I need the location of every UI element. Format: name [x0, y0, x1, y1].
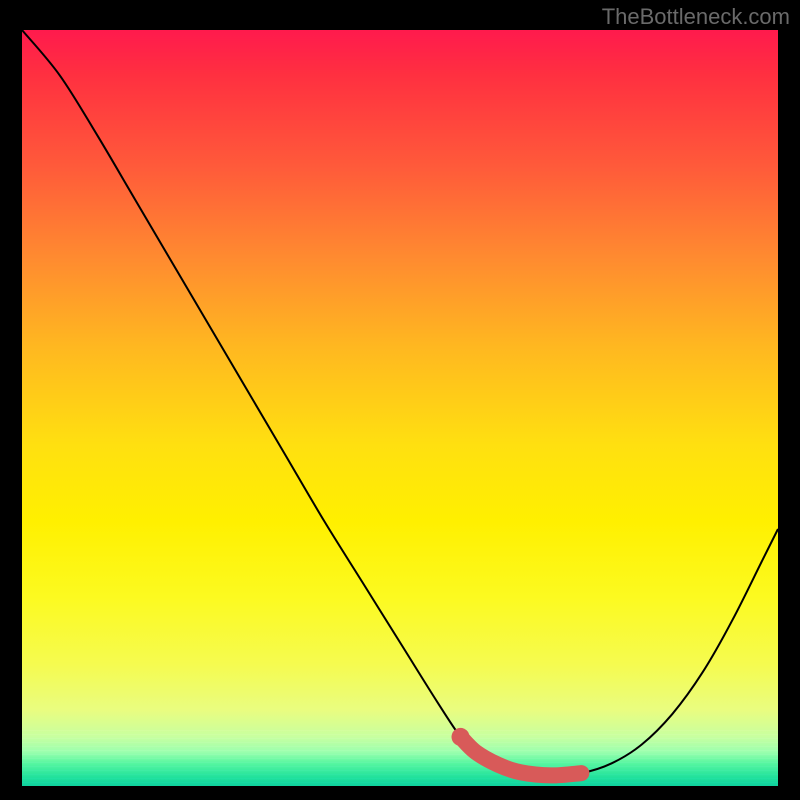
watermark-text: TheBottleneck.com — [602, 4, 790, 30]
bottleneck-curve — [22, 30, 778, 775]
chart-stage: TheBottleneck.com — [0, 0, 800, 800]
plot-area — [22, 30, 778, 786]
highlight-dot — [452, 728, 470, 746]
chart-svg — [22, 30, 778, 786]
highlight-range — [461, 737, 582, 776]
